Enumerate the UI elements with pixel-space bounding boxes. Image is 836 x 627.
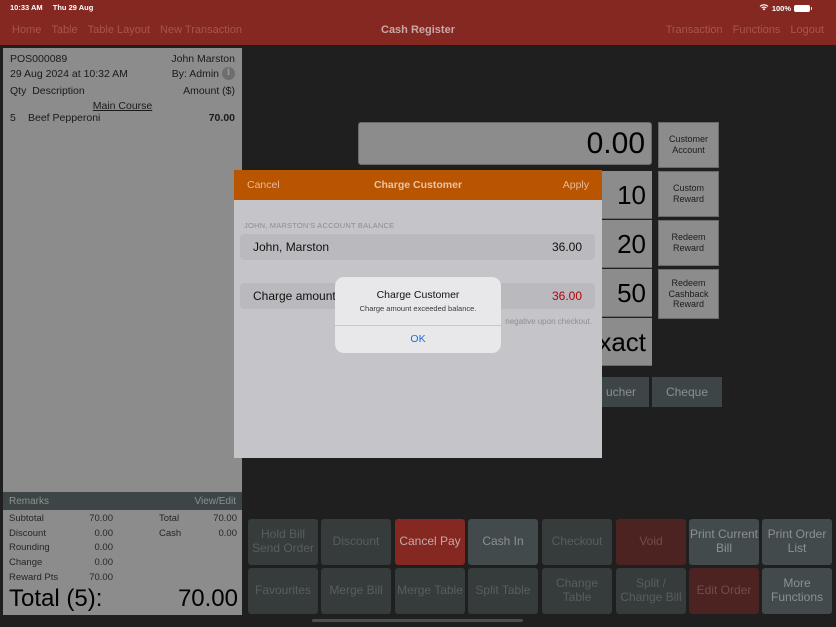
cashier-name: By: Admin <box>171 67 219 80</box>
void-button[interactable]: Void <box>616 519 686 565</box>
battery-icon <box>794 4 812 12</box>
category-heading: Main Course <box>92 100 153 112</box>
item-description: Beef Pepperoni <box>28 112 101 124</box>
nav-logout[interactable]: Logout <box>790 24 824 36</box>
merge-table-button[interactable]: Merge Table <box>395 568 465 614</box>
order-datetime: 29 Aug 2024 at 10:32 AM <box>10 67 128 80</box>
account-name: John, Marston <box>253 240 330 254</box>
nav-right: Transaction Functions Logout <box>666 24 824 36</box>
summary-label: Discount <box>9 527 46 539</box>
alert-title: Charge Customer <box>376 289 460 301</box>
remarks-label: Remarks <box>9 495 50 507</box>
grand-total: Total (5): 70.00 <box>9 585 238 613</box>
alert-dialog: Charge Customer Charge amount exceeded b… <box>335 277 501 353</box>
remarks-bar[interactable]: Remarks View/Edit <box>3 492 242 510</box>
discount-button[interactable]: Discount <box>321 519 391 565</box>
status-bar-right: 100% <box>759 3 812 13</box>
summary-label: Reward Pts <box>9 571 59 583</box>
nav-left: Home Table Table Layout New Transaction <box>12 24 242 36</box>
account-balance-section-label: JOHN, MARSTON'S ACCOUNT BALANCE <box>244 221 395 230</box>
nav-new-transaction[interactable]: New Transaction <box>160 24 242 36</box>
order-number: POS000089 <box>10 53 68 65</box>
battery-percent: 100% <box>771 3 791 13</box>
customer-name[interactable]: John Marston <box>171 53 235 65</box>
summary-value: 70.00 <box>213 513 237 524</box>
summary-row-change: Change 0.00 <box>9 557 237 572</box>
split-table-button[interactable]: Split Table <box>468 568 538 614</box>
order-item-row[interactable]: 5 Beef Pepperoni 70.00 <box>10 112 235 124</box>
nav-transaction[interactable]: Transaction <box>666 24 723 36</box>
sheet-header: Cancel Charge Customer Apply <box>234 170 602 200</box>
redeem-reward-button[interactable]: Redeem Reward <box>658 220 719 266</box>
info-icon[interactable]: i <box>222 67 235 80</box>
summary-label: Change <box>9 557 43 569</box>
sheet-apply-button[interactable]: Apply <box>563 179 589 191</box>
checkout-button[interactable]: Checkout <box>542 519 612 565</box>
favourites-button[interactable]: Favourites <box>248 568 318 614</box>
summary-value: 70.00 <box>89 571 113 583</box>
summary-row-rounding: Rounding 0.00 <box>9 542 237 557</box>
summary-value: 0.00 <box>94 527 114 539</box>
grand-total-value: 70.00 <box>177 585 238 612</box>
column-amount: Amount ($) <box>183 85 235 97</box>
nav-functions[interactable]: Functions <box>733 24 781 36</box>
page-title: Cash Register <box>381 24 455 36</box>
top-bar: 10:33 AM Thu 29 Aug 100% Home Table Tabl… <box>0 0 836 45</box>
hold-bill-send-order-button[interactable]: Hold Bill Send Order <box>248 519 318 565</box>
amount-display[interactable]: 0.00 <box>358 122 652 165</box>
wifi-icon <box>759 3 769 13</box>
alert-ok-button[interactable]: OK <box>335 326 501 353</box>
print-current-bill-button[interactable]: Print Current Bill <box>689 519 759 565</box>
more-functions-button[interactable]: More Functions <box>762 568 832 614</box>
status-date: Thu 29 Aug <box>52 3 94 12</box>
remarks-view-edit[interactable]: View/Edit <box>194 496 236 507</box>
summary-row-subtotal: Subtotal 70.00 Total 70.00 <box>9 513 237 528</box>
account-balance: 36.00 <box>551 240 582 254</box>
grand-total-label: Total (5): <box>9 585 103 612</box>
custom-reward-button[interactable]: Custom Reward <box>658 171 719 217</box>
sheet-cancel-button[interactable]: Cancel <box>247 179 280 191</box>
split-change-bill-button[interactable]: Split / Change Bill <box>616 568 686 614</box>
receipt-summary: Subtotal 70.00 Total 70.00 Discount 0.00… <box>9 513 237 586</box>
summary-label: Rounding <box>9 542 50 554</box>
merge-bill-button[interactable]: Merge Bill <box>321 568 391 614</box>
charge-amount-label: Charge amount <box>253 289 336 303</box>
charge-amount-value[interactable]: 36.00 <box>552 289 582 303</box>
column-description: Description <box>32 85 85 97</box>
summary-label: Cash <box>159 527 182 539</box>
column-qty: Qty <box>10 85 27 97</box>
customer-account-button[interactable]: Customer Account <box>658 122 719 168</box>
summary-label: Subtotal <box>9 513 44 524</box>
account-balance-cell: John, Marston 36.00 <box>240 234 595 260</box>
edit-order-button[interactable]: Edit Order <box>689 568 759 614</box>
summary-value: 0.00 <box>94 557 114 569</box>
status-time: 10:33 AM <box>10 3 43 12</box>
redeem-cashback-reward-button[interactable]: Redeem Cashback Reward <box>658 269 719 319</box>
item-qty: 5 <box>10 112 16 124</box>
alert-message: Charge amount exceeded balance. <box>359 304 477 313</box>
nav-table[interactable]: Table <box>51 24 77 36</box>
cheque-button[interactable]: Cheque <box>652 377 722 407</box>
print-order-list-button[interactable]: Print Order List <box>762 519 832 565</box>
summary-value: 0.00 <box>94 542 114 554</box>
status-bar-left: 10:33 AM Thu 29 Aug <box>10 3 101 12</box>
cash-in-button[interactable]: Cash In <box>468 519 538 565</box>
summary-value: 70.00 <box>89 513 113 524</box>
summary-row-discount: Discount 0.00 Cash 0.00 <box>9 528 237 543</box>
sheet-title: Charge Customer <box>373 179 463 191</box>
horizontal-scrollbar[interactable] <box>312 619 523 622</box>
item-amount: 70.00 <box>208 112 235 124</box>
nav-table-layout[interactable]: Table Layout <box>88 24 150 36</box>
charge-footnote: negative upon checkout. <box>505 317 592 326</box>
nav-home[interactable]: Home <box>12 24 41 36</box>
cancel-pay-button[interactable]: Cancel Pay <box>395 519 465 565</box>
summary-label: Total <box>159 513 180 524</box>
summary-value: 0.00 <box>218 527 238 539</box>
change-table-button[interactable]: Change Table <box>542 568 612 614</box>
